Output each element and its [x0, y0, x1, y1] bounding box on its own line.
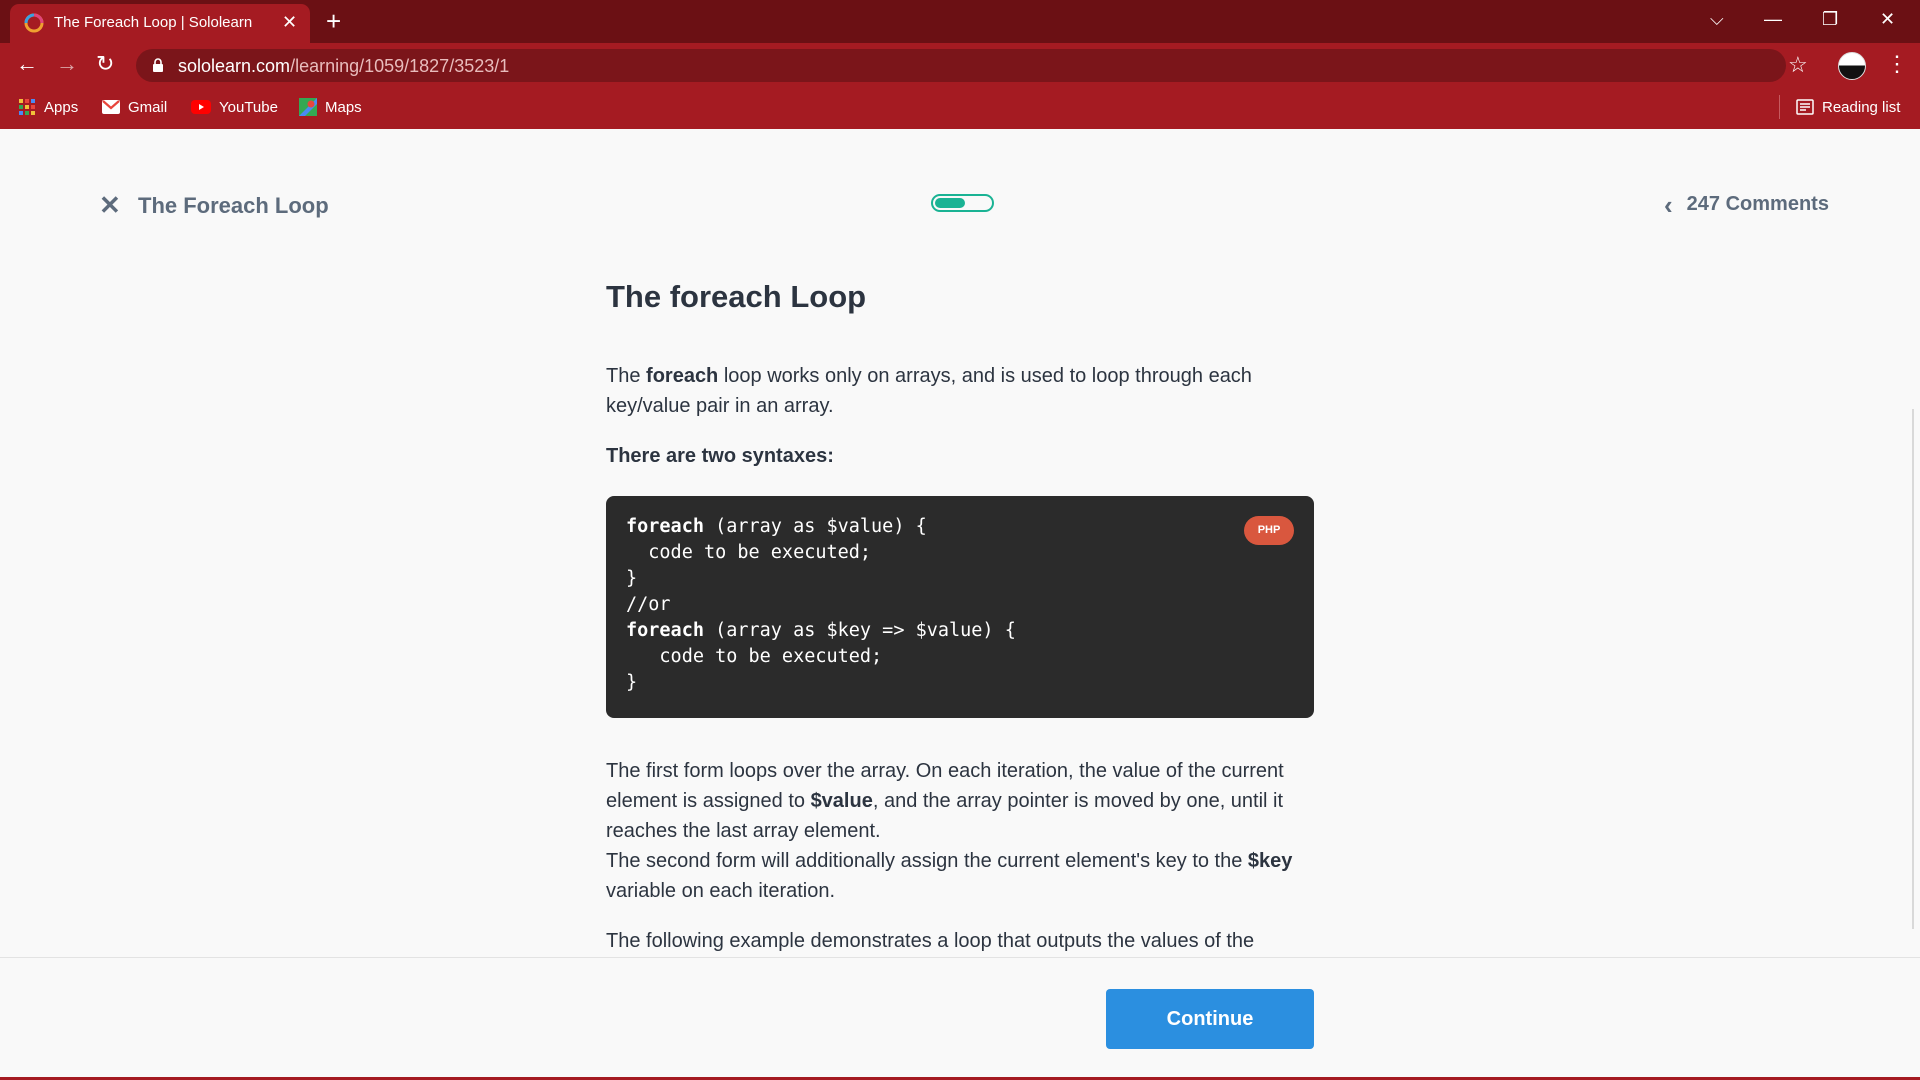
page-scrollbar[interactable] — [1912, 409, 1914, 929]
reading-list-button[interactable]: Reading list — [1796, 96, 1900, 118]
bookmark-youtube[interactable]: YouTube — [191, 96, 278, 118]
text: variable on each iteration. — [606, 880, 836, 902]
language-badge: PHP — [1244, 516, 1294, 545]
value-variable: $value — [810, 790, 873, 812]
intro-keyword: foreach — [646, 365, 719, 387]
comments-button[interactable]: ‹ 247 Comments — [1664, 189, 1829, 220]
reading-list-icon — [1796, 99, 1814, 115]
key-variable: $key — [1247, 850, 1293, 872]
lock-icon — [153, 58, 163, 72]
tab-close-icon[interactable]: ✕ — [282, 12, 297, 32]
code-line: code to be executed; — [626, 646, 883, 667]
code-line: code to be executed; — [626, 542, 872, 563]
youtube-icon — [191, 100, 211, 114]
bookmark-label: Maps — [325, 98, 362, 116]
sololearn-favicon-icon — [24, 13, 44, 33]
lesson-footer — [0, 958, 1920, 1080]
back-icon[interactable]: ← — [16, 51, 38, 77]
tab-title: The Foreach Loop | Sololearn — [54, 14, 253, 31]
profile-avatar[interactable] — [1838, 52, 1866, 80]
second-form-paragraph: The second form will additionally assign… — [606, 846, 1316, 906]
url-text[interactable]: sololearn.com/learning/1059/1827/3523/1 — [178, 56, 509, 77]
maps-icon — [299, 98, 317, 116]
comments-count: 247 Comments — [1686, 193, 1829, 215]
content-heading: The foreach Loop — [606, 279, 867, 314]
lesson-content: The foreach Loop The foreach loop works … — [606, 279, 1316, 956]
bookmark-star-icon[interactable]: ☆ — [1788, 52, 1808, 78]
code-line: foreach (array as $key => $value) { — [626, 620, 1016, 641]
text: The second form will additionally assign… — [606, 850, 1248, 872]
lesson-title: The Foreach Loop — [138, 193, 329, 218]
apps-grid-icon — [19, 99, 35, 115]
lesson-page: ✕ The Foreach Loop ‹ 247 Comments The fo… — [0, 129, 1920, 1080]
intro-paragraph: The foreach loop works only on arrays, a… — [606, 361, 1316, 421]
bookmark-label: Apps — [44, 98, 79, 116]
bookmarks-separator — [1779, 95, 1780, 119]
bookmarks-bar: Apps Gmail YouTube Maps Reading list — [0, 87, 1920, 129]
gmail-icon — [102, 100, 120, 114]
chevron-left-icon: ‹ — [1664, 189, 1673, 220]
new-tab-icon[interactable]: + — [326, 6, 341, 36]
progress-fill — [935, 198, 966, 208]
url-host: sololearn.com — [178, 56, 291, 76]
url-path: /learning/1059/1827/3523/1 — [290, 56, 510, 76]
code-line: } — [626, 672, 638, 693]
syntaxes-label: There are two syntaxes: — [606, 445, 834, 467]
reading-list-label: Reading list — [1822, 98, 1901, 116]
minimize-icon[interactable]: — — [1764, 6, 1782, 32]
browser-menu-icon[interactable]: ⋮ — [1886, 51, 1908, 77]
first-form-paragraph: The first form loops over the array. On … — [606, 756, 1316, 846]
code-line: //or — [626, 594, 671, 615]
code-line: } — [626, 568, 638, 589]
bookmark-maps[interactable]: Maps — [299, 96, 362, 118]
tab-search-dropdown-icon[interactable]: ⌵ — [1710, 6, 1724, 32]
browser-tab-active[interactable]: The Foreach Loop | Sololearn ✕ — [10, 4, 310, 43]
lesson-progress-bar — [931, 194, 994, 212]
code-block: PHP foreach (array as $value) { code to … — [606, 496, 1314, 718]
reload-icon[interactable]: ↻ — [96, 51, 114, 77]
example-intro-paragraph: The following example demonstrates a loo… — [606, 930, 1255, 952]
address-bar[interactable]: sololearn.com/learning/1059/1827/3523/1 — [136, 49, 1786, 82]
window-close-icon[interactable]: ✕ — [1880, 6, 1895, 32]
browser-toolbar: ← → ↻ sololearn.com/learning/1059/1827/3… — [0, 43, 1920, 87]
restore-icon[interactable]: ❐ — [1822, 6, 1838, 32]
bookmark-label: YouTube — [219, 98, 278, 116]
code-line: foreach (array as $value) { — [626, 516, 927, 537]
bookmark-label: Gmail — [128, 98, 168, 116]
bookmark-gmail[interactable]: Gmail — [102, 96, 167, 118]
browser-titlebar: The Foreach Loop | Sololearn ✕ + ⌵ — ❐ ✕ — [0, 0, 1920, 43]
bookmark-apps[interactable]: Apps — [18, 96, 78, 118]
continue-button[interactable]: Continue — [1106, 989, 1314, 1049]
forward-icon[interactable]: → — [56, 51, 78, 77]
close-lesson-icon[interactable]: ✕ — [99, 191, 121, 219]
intro-text-before: The — [606, 365, 647, 387]
